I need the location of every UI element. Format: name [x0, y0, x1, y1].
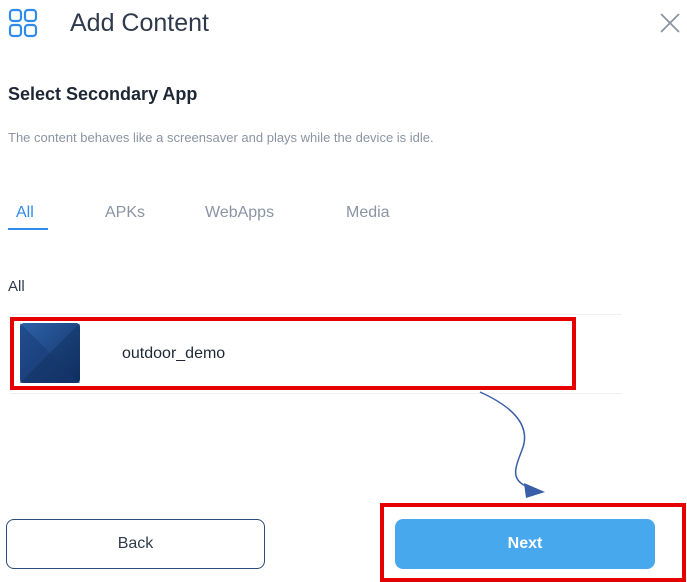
- next-button[interactable]: Next: [395, 519, 655, 569]
- tab-all[interactable]: All: [16, 204, 34, 222]
- tab-webapps[interactable]: WebApps: [205, 204, 274, 222]
- active-tab-indicator: [8, 228, 48, 230]
- close-icon[interactable]: [657, 10, 683, 36]
- grid-icon: [8, 8, 38, 38]
- dialog-title: Add Content: [70, 9, 209, 37]
- tab-media[interactable]: Media: [346, 204, 390, 222]
- section-description: The content behaves like a screensaver a…: [8, 130, 434, 145]
- app-thumbnail: [20, 323, 80, 383]
- list-item-outdoor-demo[interactable]: outdoor_demo: [10, 314, 622, 394]
- tab-bar: All APKs WebApps Media: [0, 200, 687, 234]
- tab-apks[interactable]: APKs: [105, 204, 145, 222]
- app-name: outdoor_demo: [122, 345, 226, 362]
- section-title: Select Secondary App: [8, 84, 198, 104]
- back-button[interactable]: Back: [6, 519, 265, 569]
- group-label: All: [8, 278, 25, 295]
